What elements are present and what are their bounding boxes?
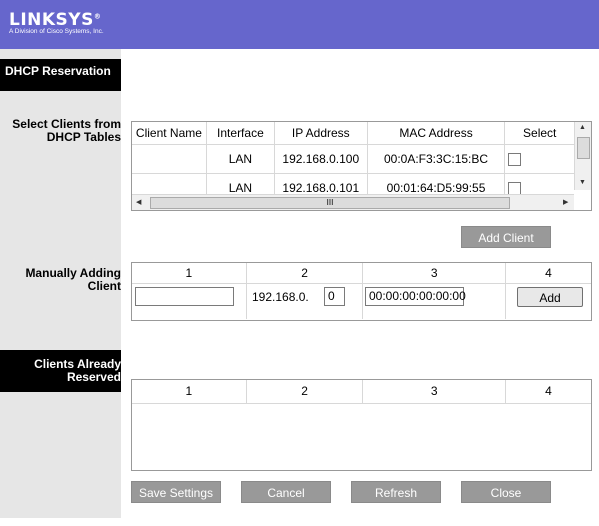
- col-interface: Interface: [206, 122, 275, 145]
- dhcp-table-grid: Client Name Interface IP Address MAC Add…: [132, 122, 574, 203]
- save-settings-button[interactable]: Save Settings: [131, 481, 221, 503]
- header-bar: LINKSYS® A Division of Cisco Systems, In…: [0, 0, 599, 49]
- table-row: LAN 192.168.0.100 00:0A:F3:3C:15:BC: [132, 144, 574, 174]
- scroll-down-icon[interactable]: ▼: [579, 179, 586, 186]
- table-header-row: 1 2 3 4: [132, 380, 591, 404]
- clients-reserved-label: Clients Already Reserved: [34, 357, 121, 384]
- col-4: 4: [505, 380, 591, 404]
- scroll-grip-icon: III: [326, 198, 334, 207]
- col-4: 4: [505, 263, 591, 284]
- col-2: 2: [246, 380, 364, 404]
- cell-client-name: [132, 144, 207, 174]
- dhcp-clients-table: Client Name Interface IP Address MAC Add…: [131, 121, 592, 211]
- scroll-thumb[interactable]: [577, 137, 590, 159]
- manual-add-table: 1 2 3 4 192.168.0. 0 00:00:00:00:00:00 A…: [131, 262, 592, 321]
- col-3: 3: [362, 263, 506, 284]
- col-client-name: Client Name: [132, 122, 207, 145]
- reserved-table-grid: 1 2 3 4: [132, 380, 591, 404]
- select-checkbox[interactable]: [508, 181, 522, 195]
- scroll-h-thumb[interactable]: III: [150, 197, 510, 209]
- col-3: 3: [362, 380, 506, 404]
- ip-prefix-label: 192.168.0.: [252, 290, 309, 304]
- table-header-row: 1 2 3 4: [132, 263, 591, 284]
- cell-select: [504, 144, 574, 174]
- col-2: 2: [246, 263, 364, 284]
- col-1: 1: [132, 380, 247, 404]
- cell-mac: 00:0A:F3:3C:15:BC: [367, 144, 506, 174]
- cancel-changes-button[interactable]: Cancel Changes: [241, 481, 331, 522]
- refresh-button[interactable]: Refresh: [351, 481, 441, 503]
- mac-address-input[interactable]: 00:00:00:00:00:00: [365, 287, 466, 306]
- scroll-right-icon[interactable]: ▶: [563, 198, 568, 206]
- add-client-button[interactable]: Add Client: [461, 226, 551, 248]
- scroll-up-icon[interactable]: ▲: [579, 124, 586, 131]
- col-mac-address: MAC Address: [367, 122, 506, 145]
- cell-ip: 192.168.0.100: [274, 144, 368, 174]
- registered-mark: ®: [93, 12, 102, 21]
- logo-subtitle: A Division of Cisco Systems, Inc.: [9, 28, 104, 35]
- reserved-clients-table: 1 2 3 4: [131, 379, 592, 471]
- dhcp-reservation-title: DHCP Reservation: [5, 64, 111, 78]
- select-checkbox[interactable]: [508, 152, 522, 166]
- col-ip-address: IP Address: [274, 122, 368, 145]
- add-button[interactable]: Add: [517, 287, 583, 307]
- scroll-left-icon[interactable]: ◀: [136, 198, 141, 206]
- ip-octet-input[interactable]: 0: [324, 287, 345, 306]
- manually-adding-label: Manually Adding Client: [25, 266, 121, 293]
- select-clients-label: Select Clients from DHCP Tables: [12, 117, 121, 144]
- vertical-scrollbar[interactable]: ▲ ▼: [574, 122, 591, 190]
- col-1: 1: [132, 263, 247, 284]
- linksys-logo: LINKSYS®: [9, 10, 102, 30]
- table-header-row: Client Name Interface IP Address MAC Add…: [132, 122, 574, 145]
- col-select: Select: [504, 122, 574, 145]
- horizontal-scrollbar[interactable]: ◀ III ▶: [132, 194, 574, 210]
- close-button[interactable]: Close: [461, 481, 551, 503]
- client-name-input[interactable]: [135, 287, 234, 306]
- cell-interface: LAN: [206, 144, 275, 174]
